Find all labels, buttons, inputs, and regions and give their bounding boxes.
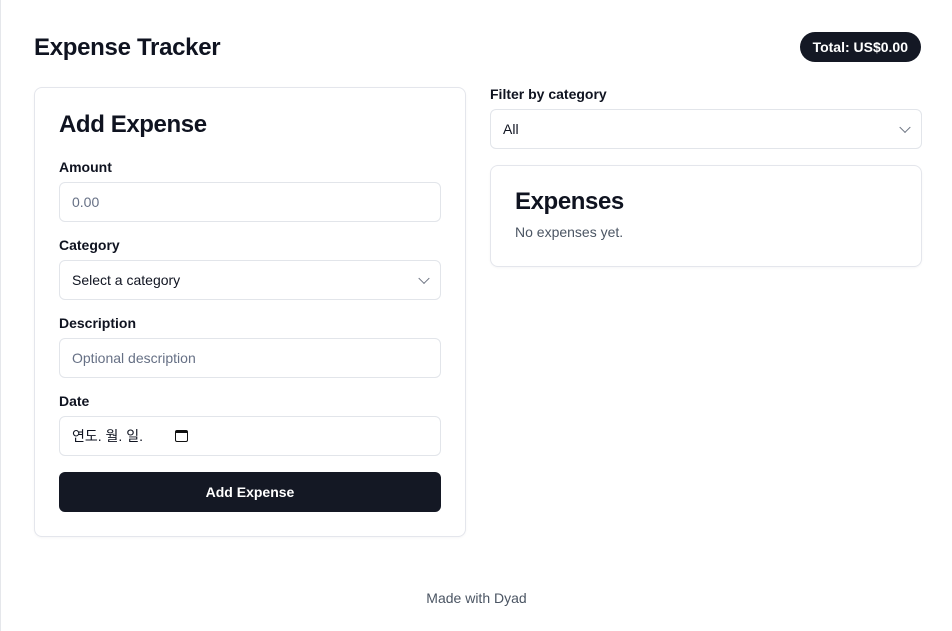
filter-selected-value: All [503,121,519,137]
filter-label: Filter by category [490,86,607,102]
category-label: Category [59,237,120,253]
expenses-title: Expenses [515,188,624,215]
filter-category-select[interactable]: All [490,109,922,149]
date-placeholder: 연도. 월. 일. [72,428,143,444]
date-input[interactable]: 연도. 월. 일. [59,416,441,456]
chevron-down-icon [899,121,911,134]
description-input[interactable]: Optional description [59,338,441,378]
app-title: Expense Tracker [34,34,221,61]
description-placeholder: Optional description [72,350,196,366]
amount-label: Amount [59,159,112,175]
amount-input[interactable]: 0.00 [59,182,441,222]
category-selected-value: Select a category [72,272,181,288]
total-badge: Total: US$0.00 [799,32,921,62]
expenses-card: Expenses No expenses yet. [490,165,922,267]
category-select[interactable]: Select a category [59,260,441,300]
chevron-down-icon [418,272,430,285]
date-label: Date [59,393,90,409]
calendar-icon[interactable] [174,430,188,442]
add-expense-card: Add Expense Amount 0.00 Category Select … [34,87,466,537]
add-expense-title: Add Expense [59,111,207,138]
empty-state-text: No expenses yet. [515,224,624,240]
amount-placeholder: 0.00 [72,194,100,210]
footer-credit[interactable]: Made with Dyad [1,590,952,606]
add-expense-button[interactable]: Add Expense [59,472,441,512]
description-label: Description [59,315,137,331]
